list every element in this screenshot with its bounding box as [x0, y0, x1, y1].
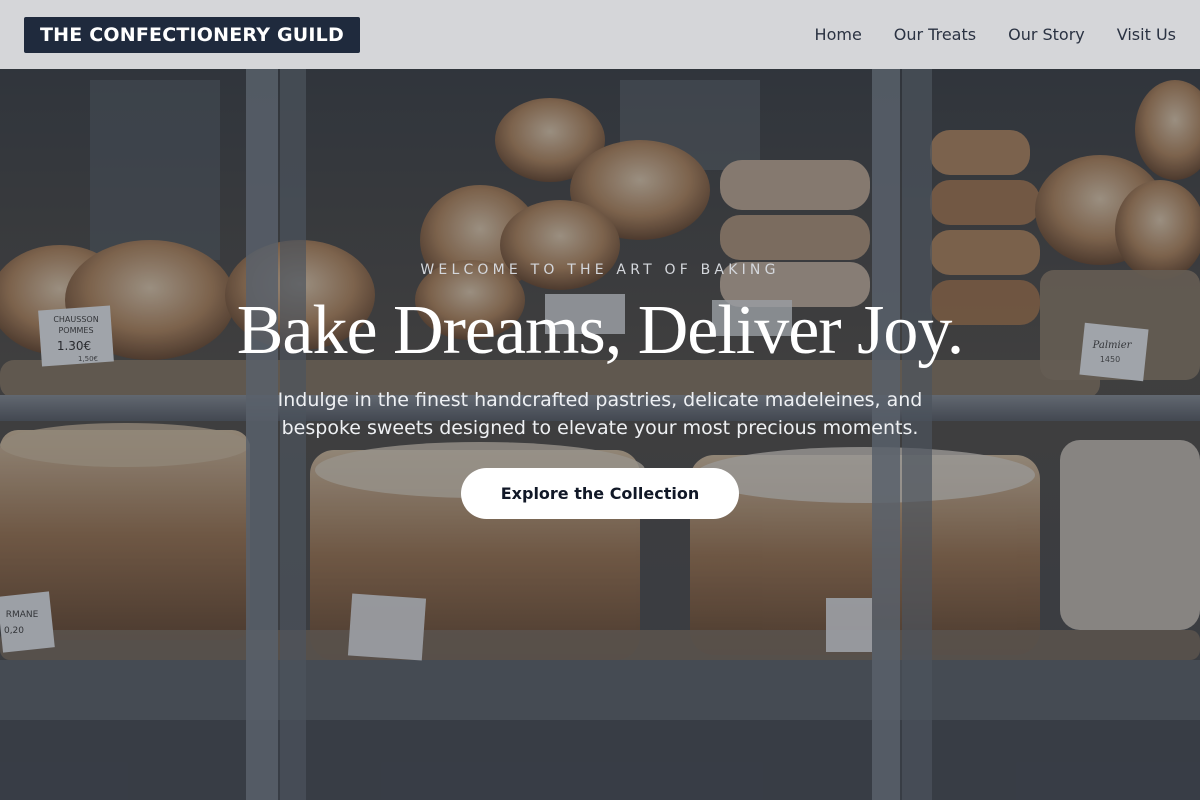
explore-collection-button[interactable]: Explore the Collection [461, 468, 739, 519]
hero-eyebrow: WELCOME TO THE ART OF BAKING [420, 262, 780, 278]
hero-subtext: Indulge in the finest handcrafted pastri… [277, 389, 923, 439]
hero-headline: Bake Dreams, Deliver Joy. [236, 292, 965, 369]
hero-content: WELCOME TO THE ART OF BAKING Bake Dreams… [0, 0, 1200, 519]
